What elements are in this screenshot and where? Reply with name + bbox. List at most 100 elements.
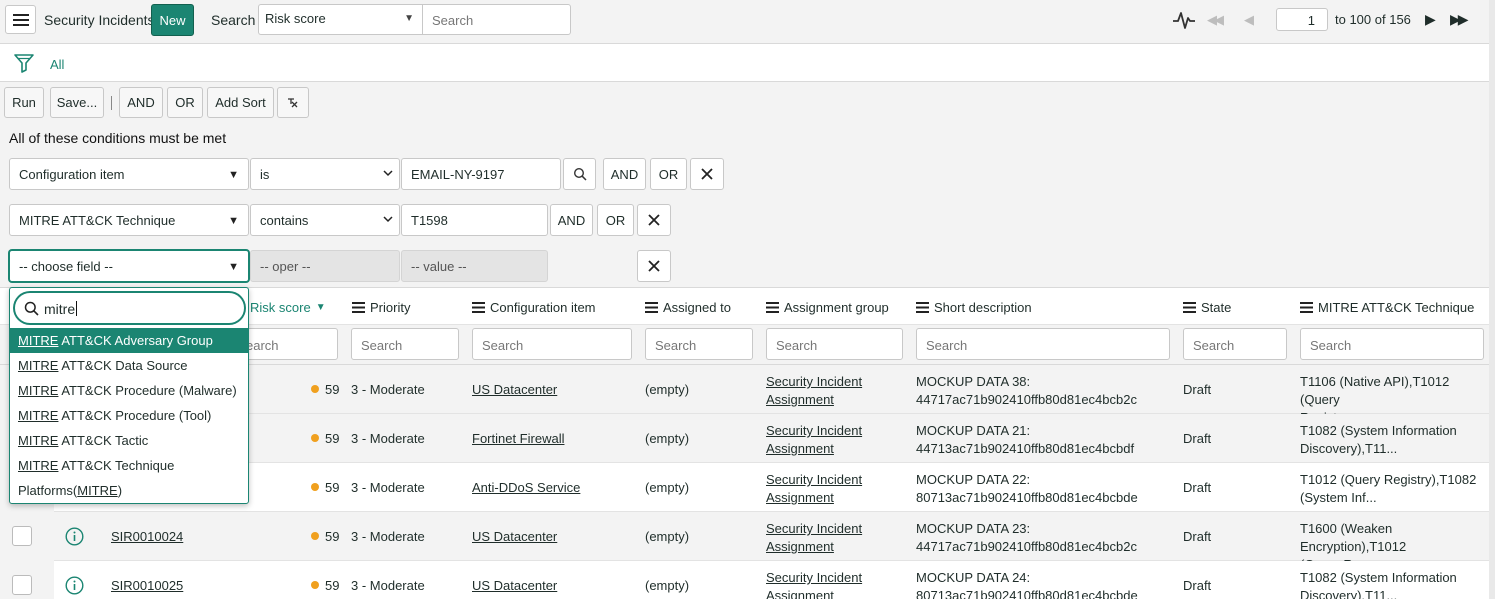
condition-field-select[interactable]: MITRE ATT&CK Technique ▼	[9, 204, 249, 236]
column-header-risk-score[interactable]: Risk score ▼	[250, 300, 326, 315]
dropdown-option[interactable]: MITRE ATT&CK Tactic	[10, 428, 248, 453]
column-header-assigned-to[interactable]: Assigned to	[645, 300, 731, 315]
assignment-group-link[interactable]: Security Incident Assignment	[766, 373, 896, 409]
filter-funnel-icon[interactable]	[13, 52, 35, 74]
short-description-search-input[interactable]: Search	[916, 328, 1170, 360]
assignment-group-link[interactable]: Security Incident Assignment	[766, 422, 896, 458]
remove-condition-button[interactable]	[637, 250, 671, 282]
state-cell: Draft	[1183, 431, 1212, 446]
configuration-item-link[interactable]: US Datacenter	[472, 529, 557, 544]
description-line: 80713ac71b902410ffb80d81ec4bcbde	[916, 588, 1138, 599]
dropdown-option[interactable]: MITRE ATT&CK Procedure (Tool)	[10, 403, 248, 428]
column-menu-icon	[1183, 302, 1196, 313]
column-label: Priority	[370, 300, 411, 315]
priority-cell: 3 - Moderate	[351, 382, 425, 397]
dropdown-option[interactable]: MITRE ATT&CK Data Source	[10, 353, 248, 378]
mitre-search-input[interactable]: Search	[1300, 328, 1484, 360]
state-cell: Draft	[1183, 480, 1212, 495]
table-row[interactable]: SIR0010025 59 3 - Moderate US Datacenter…	[0, 561, 1495, 599]
condition-or-button[interactable]: OR	[597, 204, 634, 236]
assignment-group-line: Security Incident	[766, 570, 863, 585]
configuration-item-search-input[interactable]: Search	[472, 328, 632, 360]
remove-condition-button[interactable]	[690, 158, 724, 190]
risk-score-cell: 59	[325, 431, 340, 446]
assigned-to-cell: (empty)	[645, 382, 690, 397]
condition-field-value: -- choose field --	[19, 259, 113, 274]
column-header-configuration-item[interactable]: Configuration item	[472, 300, 596, 315]
row-checkbox[interactable]	[12, 526, 32, 546]
column-header-short-description[interactable]: Short description	[916, 300, 1032, 315]
info-icon[interactable]	[65, 527, 84, 546]
search-label: Search	[211, 12, 256, 28]
last-page-icon[interactable]: ▶▶	[1450, 11, 1468, 28]
condition-and-button[interactable]: AND	[603, 158, 646, 190]
dropdown-option[interactable]: MITRE ATT&CK Adversary Group	[10, 328, 248, 353]
configuration-item-link[interactable]: Anti-DDoS Service	[472, 480, 580, 495]
run-button[interactable]: Run	[4, 87, 44, 118]
condition-operator-select[interactable]: contains	[250, 204, 400, 236]
condition-value-input[interactable]: EMAIL-NY-9197	[401, 158, 561, 190]
mitre-line: Discovery),T11...	[1300, 441, 1398, 456]
remove-condition-button[interactable]	[637, 204, 671, 236]
menu-button[interactable]	[5, 5, 36, 34]
condition-field-select[interactable]: Configuration item ▼	[9, 158, 249, 190]
previous-page-icon: ◀	[1244, 12, 1254, 27]
breadcrumb-all[interactable]: All	[50, 57, 64, 72]
risk-score-search-input[interactable]: earch	[236, 328, 338, 360]
page-number-input[interactable]: 1	[1276, 8, 1328, 31]
dropdown-option[interactable]: MITRE ATT&CK Procedure (Malware)	[10, 378, 248, 403]
assigned-to-search-input[interactable]: Search	[645, 328, 753, 360]
field-search-input[interactable]: mitre	[14, 292, 245, 324]
incident-number-link[interactable]: SIR0010024	[111, 529, 183, 544]
condition-or-button[interactable]: OR	[650, 158, 687, 190]
condition-value-input[interactable]: T1598	[401, 204, 548, 236]
or-button[interactable]: OR	[167, 87, 203, 118]
match-highlight: MITRE	[18, 358, 59, 373]
incident-number-link[interactable]: SIR0010025	[111, 578, 183, 593]
state-cell: Draft	[1183, 382, 1212, 397]
assignment-group-link[interactable]: Security Incident Assignment	[766, 471, 896, 507]
short-description-cell: MOCKUP DATA 21: 44713ac71b902410ffb80d81e…	[916, 422, 1166, 458]
column-menu-icon	[1300, 302, 1313, 313]
description-line: 44713ac71b902410ffb80d81ec4bcbdf	[916, 441, 1135, 456]
condition-operator-select[interactable]: is	[250, 158, 400, 190]
save-button[interactable]: Save...	[50, 87, 104, 118]
assignment-group-line: Assignment	[766, 392, 834, 407]
assignment-group-link[interactable]: Security Incident Assignment	[766, 569, 896, 599]
lookup-button[interactable]	[563, 158, 596, 190]
clear-filter-button[interactable]	[277, 87, 309, 118]
configuration-item-link[interactable]: US Datacenter	[472, 578, 557, 593]
assignment-group-search-input[interactable]: Search	[766, 328, 903, 360]
configuration-item-link[interactable]: Fortinet Firewall	[472, 431, 564, 446]
next-page-icon[interactable]: ▶	[1425, 11, 1436, 28]
search-field-select[interactable]: Risk score ▼	[258, 4, 422, 35]
column-header-state[interactable]: State	[1183, 300, 1231, 315]
vertical-scrollbar[interactable]	[1489, 0, 1495, 599]
priority-cell: 3 - Moderate	[351, 529, 425, 544]
info-icon[interactable]	[65, 576, 84, 595]
configuration-item-link[interactable]: US Datacenter	[472, 382, 557, 397]
search-input[interactable]: Search	[422, 4, 571, 35]
state-search-input[interactable]: Search	[1183, 328, 1287, 360]
condition-and-button[interactable]: AND	[550, 204, 593, 236]
and-button[interactable]: AND	[119, 87, 163, 118]
assignment-group-link[interactable]: Security Incident Assignment	[766, 520, 896, 556]
condition-field-select-active[interactable]: -- choose field -- ▼	[9, 250, 249, 282]
assignment-group-line: Assignment	[766, 588, 834, 599]
priority-search-input[interactable]: Search	[351, 328, 459, 360]
activity-pulse-icon[interactable]	[1172, 9, 1196, 31]
risk-score-cell: 59	[325, 529, 340, 544]
table-row[interactable]: SIR0010024 59 3 - Moderate US Datacenter…	[0, 512, 1495, 572]
condition-field-value: MITRE ATT&CK Technique	[19, 213, 176, 228]
dropdown-option[interactable]: Platforms(MITRE)	[10, 478, 248, 503]
description-line: MOCKUP DATA 24:	[916, 570, 1031, 585]
dropdown-option[interactable]: MITRE ATT&CK Technique	[10, 453, 248, 478]
new-button[interactable]: New	[151, 4, 194, 36]
mitre-line: T1600 (Weaken Encryption),T1012	[1300, 521, 1407, 554]
column-header-priority[interactable]: Priority	[352, 300, 410, 315]
column-header-assignment-group[interactable]: Assignment group	[766, 300, 889, 315]
column-header-mitre-technique[interactable]: MITRE ATT&CK Technique	[1300, 300, 1474, 315]
match-highlight: MITRE	[18, 383, 59, 398]
add-sort-button[interactable]: Add Sort	[207, 87, 274, 118]
row-checkbox[interactable]	[12, 575, 32, 595]
